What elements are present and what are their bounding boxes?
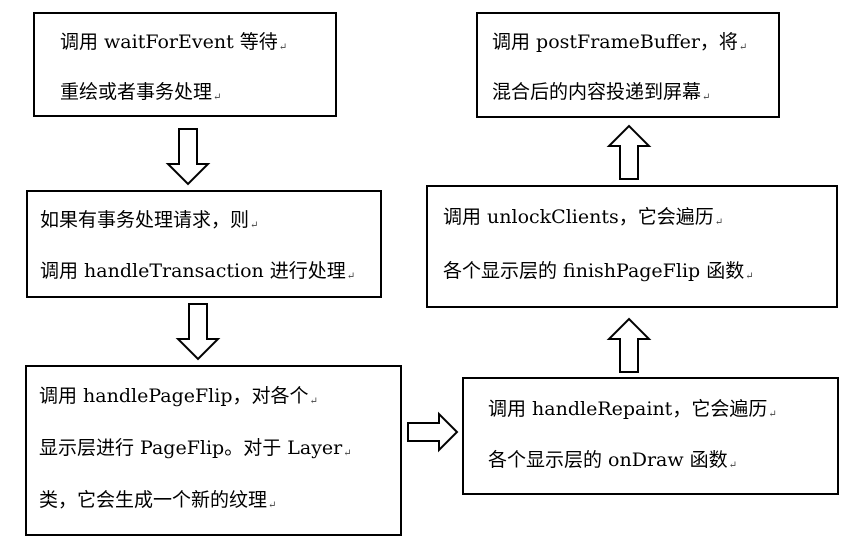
step-handle-page-flip-line-3: 类，它会生成一个新的纹理↵ (39, 489, 277, 511)
step-handle-page-flip-box: 调用 handlePageFlip，对各个↵ 显示层进行 PageFlip。对于… (25, 365, 402, 536)
step-handle-page-flip-line-2: 显示层进行 PageFlip。对于 Layer↵ (39, 437, 352, 459)
step-handle-transaction-box: 如果有事务处理请求，则↵ 调用 handleTransaction 进行处理↵ (26, 190, 382, 298)
step-handle-transaction-line-1: 如果有事务处理请求，则↵ (40, 209, 259, 231)
step-handle-repaint-line-2: 各个显示层的 onDraw 函数↵ (488, 449, 738, 471)
step-handle-transaction-line-2: 调用 handleTransaction 进行处理↵ (40, 260, 356, 282)
right-arrow-icon (407, 411, 459, 453)
step-post-frame-buffer-line-2: 混合后的内容投递到屏幕↵ (492, 81, 711, 103)
step-unlock-clients-line-1: 调用 unlockClients，它会遍历↵ (443, 206, 724, 228)
step-post-frame-buffer-box: 调用 postFrameBuffer，将↵ 混合后的内容投递到屏幕↵ (476, 12, 780, 118)
step-wait-for-event-box: 调用 waitForEvent 等待↵ 重绘或者事务处理↵ (33, 12, 337, 117)
down-arrow-icon (165, 128, 211, 186)
step-handle-repaint-line-1: 调用 handleRepaint，它会遍历↵ (488, 398, 777, 420)
step-unlock-clients-box: 调用 unlockClients，它会遍历↵ 各个显示层的 finishPage… (426, 185, 838, 308)
step-post-frame-buffer-line-1: 调用 postFrameBuffer，将↵ (492, 31, 748, 53)
step-wait-for-event-line-1: 调用 waitForEvent 等待↵ (60, 31, 288, 53)
step-handle-repaint-box: 调用 handleRepaint，它会遍历↵ 各个显示层的 onDraw 函数↵ (462, 377, 839, 495)
up-arrow-icon (606, 124, 652, 180)
step-unlock-clients-line-2: 各个显示层的 finishPageFlip 函数↵ (443, 260, 754, 282)
down-arrow-icon (175, 303, 221, 361)
step-wait-for-event-line-2: 重绘或者事务处理↵ (60, 81, 222, 103)
up-arrow-icon (606, 317, 652, 373)
step-handle-page-flip-line-1: 调用 handlePageFlip，对各个↵ (39, 385, 318, 407)
